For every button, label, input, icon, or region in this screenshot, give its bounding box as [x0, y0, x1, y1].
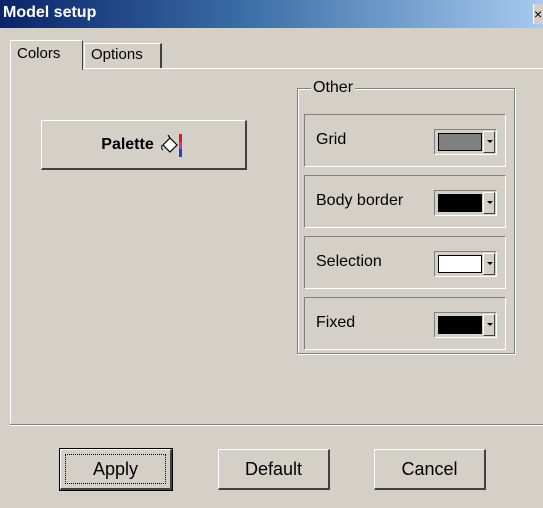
- model-setup-dialog: Model setup × Colors Options Palette Oth…: [0, 0, 543, 508]
- chevron-down-icon[interactable]: [483, 253, 495, 275]
- window-title: Model setup: [3, 4, 97, 21]
- tab-options[interactable]: Options: [84, 43, 162, 68]
- fixed-label: Fixed: [316, 314, 356, 331]
- selection-label: Selection: [316, 253, 382, 270]
- palette-button-label: Palette: [101, 135, 154, 153]
- palette-button[interactable]: Palette: [41, 120, 247, 170]
- close-button[interactable]: ×: [533, 4, 543, 24]
- grid-color-swatch: [438, 133, 482, 151]
- fixed-color-swatch: [438, 316, 482, 334]
- apply-button[interactable]: Apply: [59, 448, 173, 491]
- body-border-color-picker[interactable]: [434, 190, 497, 216]
- other-group-legend: Other: [311, 79, 356, 97]
- selection-color-row: Selection: [304, 236, 506, 289]
- body-border-label: Body border: [316, 192, 404, 209]
- cancel-button[interactable]: Cancel: [374, 449, 486, 490]
- fixed-color-picker[interactable]: [434, 312, 497, 338]
- grid-label: Grid: [316, 131, 347, 148]
- default-button[interactable]: Default: [218, 449, 330, 490]
- footer-divider: [10, 424, 543, 426]
- chevron-down-icon[interactable]: [483, 192, 495, 214]
- body-border-color-row: Body border: [304, 175, 506, 228]
- grid-color-row: Grid: [304, 114, 506, 167]
- fixed-color-row: Fixed: [304, 297, 506, 350]
- grid-color-picker[interactable]: [434, 129, 497, 155]
- default-button-label: Default: [244, 458, 303, 479]
- body-border-color-swatch: [438, 194, 482, 212]
- apply-button-label: Apply: [92, 458, 139, 479]
- paint-bucket-icon: [160, 132, 186, 158]
- tab-colors[interactable]: Colors: [10, 40, 83, 70]
- title-bar[interactable]: Model setup ×: [0, 0, 543, 28]
- chevron-down-icon[interactable]: [483, 131, 495, 153]
- selection-color-picker[interactable]: [434, 251, 497, 277]
- cancel-button-label: Cancel: [401, 458, 458, 479]
- selection-color-swatch: [438, 255, 482, 273]
- chevron-down-icon[interactable]: [483, 314, 495, 336]
